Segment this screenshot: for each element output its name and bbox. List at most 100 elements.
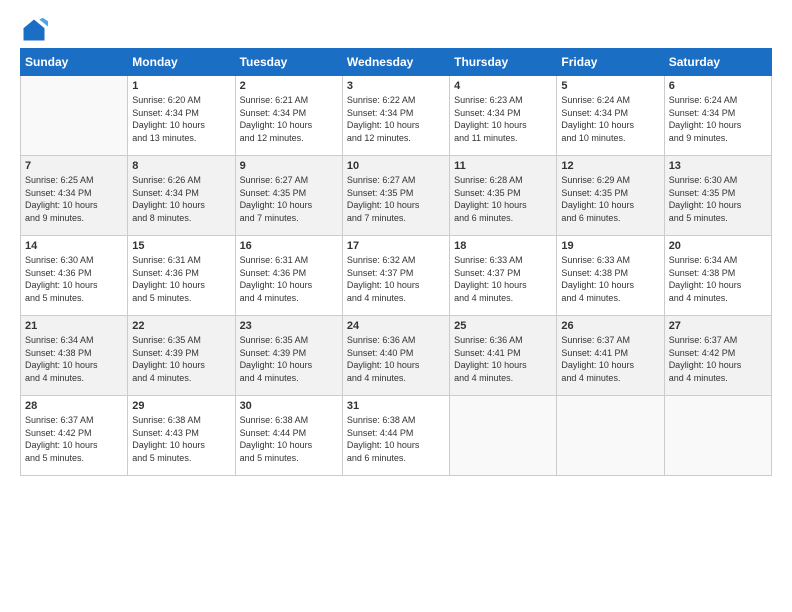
day-info: Sunrise: 6:23 AM Sunset: 4:34 PM Dayligh…	[454, 94, 552, 144]
calendar-cell: 17 Sunrise: 6:32 AM Sunset: 4:37 PM Dayli…	[342, 236, 449, 316]
calendar-cell	[664, 396, 771, 476]
day-number: 6	[669, 80, 767, 92]
day-info: Sunrise: 6:25 AM Sunset: 4:34 PM Dayligh…	[25, 174, 123, 224]
day-info: Sunrise: 6:37 AM Sunset: 4:41 PM Dayligh…	[561, 334, 659, 384]
day-number: 5	[561, 80, 659, 92]
day-info: Sunrise: 6:38 AM Sunset: 4:44 PM Dayligh…	[240, 414, 338, 464]
day-number: 27	[669, 320, 767, 332]
calendar-cell: 22 Sunrise: 6:35 AM Sunset: 4:39 PM Dayli…	[128, 316, 235, 396]
day-info: Sunrise: 6:29 AM Sunset: 4:35 PM Dayligh…	[561, 174, 659, 224]
calendar-cell	[450, 396, 557, 476]
page-header	[20, 16, 772, 44]
day-info: Sunrise: 6:33 AM Sunset: 4:37 PM Dayligh…	[454, 254, 552, 304]
calendar-cell: 14 Sunrise: 6:30 AM Sunset: 4:36 PM Dayli…	[21, 236, 128, 316]
calendar-cell: 3 Sunrise: 6:22 AM Sunset: 4:34 PM Daylig…	[342, 76, 449, 156]
day-number: 24	[347, 320, 445, 332]
day-info: Sunrise: 6:31 AM Sunset: 4:36 PM Dayligh…	[132, 254, 230, 304]
calendar-cell: 26 Sunrise: 6:37 AM Sunset: 4:41 PM Dayli…	[557, 316, 664, 396]
calendar-cell: 2 Sunrise: 6:21 AM Sunset: 4:34 PM Daylig…	[235, 76, 342, 156]
calendar-cell: 10 Sunrise: 6:27 AM Sunset: 4:35 PM Dayli…	[342, 156, 449, 236]
calendar-cell: 7 Sunrise: 6:25 AM Sunset: 4:34 PM Daylig…	[21, 156, 128, 236]
calendar-cell: 11 Sunrise: 6:28 AM Sunset: 4:35 PM Dayli…	[450, 156, 557, 236]
calendar-week-1: 1 Sunrise: 6:20 AM Sunset: 4:34 PM Daylig…	[21, 76, 772, 156]
day-number: 22	[132, 320, 230, 332]
day-info: Sunrise: 6:24 AM Sunset: 4:34 PM Dayligh…	[669, 94, 767, 144]
day-number: 31	[347, 400, 445, 412]
day-number: 28	[25, 400, 123, 412]
day-info: Sunrise: 6:31 AM Sunset: 4:36 PM Dayligh…	[240, 254, 338, 304]
day-number: 29	[132, 400, 230, 412]
calendar-header-row: SundayMondayTuesdayWednesdayThursdayFrid…	[21, 49, 772, 76]
calendar-cell: 16Sunrise: 6:31 AM Sunset: 4:36 PM Dayli…	[235, 236, 342, 316]
day-info: Sunrise: 6:34 AM Sunset: 4:38 PM Dayligh…	[25, 334, 123, 384]
day-info: Sunrise: 6:28 AM Sunset: 4:35 PM Dayligh…	[454, 174, 552, 224]
calendar-cell: 12Sunrise: 6:29 AM Sunset: 4:35 PM Dayli…	[557, 156, 664, 236]
day-number: 10	[347, 160, 445, 172]
day-info: Sunrise: 6:30 AM Sunset: 4:36 PM Dayligh…	[25, 254, 123, 304]
calendar-cell: 28 Sunrise: 6:37 AM Sunset: 4:42 PM Dayli…	[21, 396, 128, 476]
calendar-cell: 29 Sunrise: 6:38 AM Sunset: 4:43 PM Dayli…	[128, 396, 235, 476]
day-header-friday: Friday	[557, 49, 664, 76]
day-info: Sunrise: 6:36 AM Sunset: 4:40 PM Dayligh…	[347, 334, 445, 384]
day-number: 15	[132, 240, 230, 252]
calendar-cell: 20Sunrise: 6:34 AM Sunset: 4:38 PM Dayli…	[664, 236, 771, 316]
day-number: 30	[240, 400, 338, 412]
logo	[20, 16, 52, 44]
day-info: Sunrise: 6:38 AM Sunset: 4:43 PM Dayligh…	[132, 414, 230, 464]
day-number: 23	[240, 320, 338, 332]
day-info: Sunrise: 6:35 AM Sunset: 4:39 PM Dayligh…	[240, 334, 338, 384]
day-number: 13	[669, 160, 767, 172]
day-info: Sunrise: 6:35 AM Sunset: 4:39 PM Dayligh…	[132, 334, 230, 384]
day-number: 21	[25, 320, 123, 332]
calendar-cell	[21, 76, 128, 156]
day-info: Sunrise: 6:37 AM Sunset: 4:42 PM Dayligh…	[669, 334, 767, 384]
day-info: Sunrise: 6:30 AM Sunset: 4:35 PM Dayligh…	[669, 174, 767, 224]
day-header-monday: Monday	[128, 49, 235, 76]
day-header-saturday: Saturday	[664, 49, 771, 76]
day-info: Sunrise: 6:22 AM Sunset: 4:34 PM Dayligh…	[347, 94, 445, 144]
day-info: Sunrise: 6:21 AM Sunset: 4:34 PM Dayligh…	[240, 94, 338, 144]
day-number: 25	[454, 320, 552, 332]
calendar-week-3: 14 Sunrise: 6:30 AM Sunset: 4:36 PM Dayli…	[21, 236, 772, 316]
day-number: 17	[347, 240, 445, 252]
day-info: Sunrise: 6:38 AM Sunset: 4:44 PM Dayligh…	[347, 414, 445, 464]
day-number: 1	[132, 80, 230, 92]
calendar-week-2: 7 Sunrise: 6:25 AM Sunset: 4:34 PM Daylig…	[21, 156, 772, 236]
day-number: 18	[454, 240, 552, 252]
calendar-cell: 19Sunrise: 6:33 AM Sunset: 4:38 PM Dayli…	[557, 236, 664, 316]
day-header-tuesday: Tuesday	[235, 49, 342, 76]
calendar-cell: 15 Sunrise: 6:31 AM Sunset: 4:36 PM Dayli…	[128, 236, 235, 316]
day-info: Sunrise: 6:37 AM Sunset: 4:42 PM Dayligh…	[25, 414, 123, 464]
calendar-cell: 21 Sunrise: 6:34 AM Sunset: 4:38 PM Dayli…	[21, 316, 128, 396]
day-info: Sunrise: 6:27 AM Sunset: 4:35 PM Dayligh…	[347, 174, 445, 224]
calendar-cell: 13 Sunrise: 6:30 AM Sunset: 4:35 PM Dayli…	[664, 156, 771, 236]
calendar-table: SundayMondayTuesdayWednesdayThursdayFrid…	[20, 48, 772, 476]
day-info: Sunrise: 6:36 AM Sunset: 4:41 PM Dayligh…	[454, 334, 552, 384]
day-number: 4	[454, 80, 552, 92]
calendar-cell: 23 Sunrise: 6:35 AM Sunset: 4:39 PM Dayli…	[235, 316, 342, 396]
calendar-cell: 9 Sunrise: 6:27 AM Sunset: 4:35 PM Daylig…	[235, 156, 342, 236]
day-number: 19	[561, 240, 659, 252]
calendar-week-4: 21 Sunrise: 6:34 AM Sunset: 4:38 PM Dayli…	[21, 316, 772, 396]
day-number: 7	[25, 160, 123, 172]
day-number: 9	[240, 160, 338, 172]
day-number: 8	[132, 160, 230, 172]
day-header-wednesday: Wednesday	[342, 49, 449, 76]
day-info: Sunrise: 6:20 AM Sunset: 4:34 PM Dayligh…	[132, 94, 230, 144]
day-info: Sunrise: 6:32 AM Sunset: 4:37 PM Dayligh…	[347, 254, 445, 304]
calendar-cell: 31 Sunrise: 6:38 AM Sunset: 4:44 PM Dayli…	[342, 396, 449, 476]
day-number: 2	[240, 80, 338, 92]
calendar-cell	[557, 396, 664, 476]
day-number: 11	[454, 160, 552, 172]
calendar-cell: 27 Sunrise: 6:37 AM Sunset: 4:42 PM Dayli…	[664, 316, 771, 396]
calendar-week-5: 28 Sunrise: 6:37 AM Sunset: 4:42 PM Dayli…	[21, 396, 772, 476]
calendar-cell: 4 Sunrise: 6:23 AM Sunset: 4:34 PM Daylig…	[450, 76, 557, 156]
calendar-cell: 18 Sunrise: 6:33 AM Sunset: 4:37 PM Dayli…	[450, 236, 557, 316]
day-info: Sunrise: 6:26 AM Sunset: 4:34 PM Dayligh…	[132, 174, 230, 224]
day-number: 26	[561, 320, 659, 332]
day-info: Sunrise: 6:27 AM Sunset: 4:35 PM Dayligh…	[240, 174, 338, 224]
calendar-cell: 25 Sunrise: 6:36 AM Sunset: 4:41 PM Dayli…	[450, 316, 557, 396]
calendar-cell: 1 Sunrise: 6:20 AM Sunset: 4:34 PM Daylig…	[128, 76, 235, 156]
day-number: 3	[347, 80, 445, 92]
day-number: 14	[25, 240, 123, 252]
